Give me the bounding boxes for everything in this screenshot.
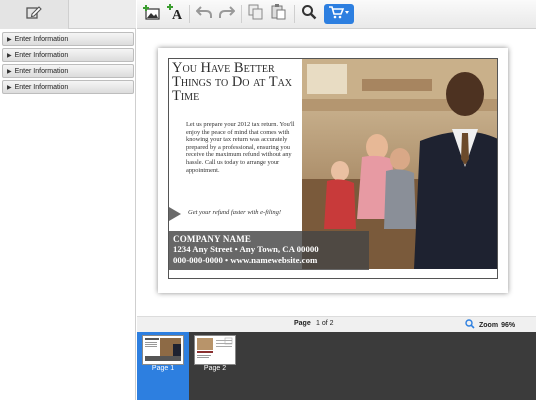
toolbar-divider — [241, 5, 242, 23]
page-thumbnail-1[interactable]: Page 1 — [137, 332, 189, 400]
expand-triangle-icon: ▶ — [7, 68, 12, 75]
company-name[interactable]: COMPANY NAME — [173, 234, 251, 244]
left-panel: ▶ Enter Information ▶ Enter Information ▶ E… — [0, 0, 136, 400]
expand-triangle-icon: ▶ — [7, 84, 12, 91]
redo-icon — [219, 5, 236, 24]
edit-tab[interactable] — [0, 0, 69, 29]
postcard-preview[interactable]: You Have Better Things to Do at Tax Time… — [158, 48, 508, 293]
edit-icon — [26, 5, 42, 24]
add-image-button[interactable] — [140, 4, 162, 24]
toolbar-divider — [294, 5, 295, 23]
info-section-2[interactable]: ▶ Enter Information — [2, 48, 134, 62]
page-status-bar: Page 1 of 2 Zoom 96% — [137, 316, 536, 332]
refund-tagline[interactable]: Get your refund faster with e-filing! — [188, 209, 281, 216]
section-label: Enter Information — [14, 67, 69, 75]
page-thumbnail-2[interactable]: Page 2 — [189, 332, 241, 400]
redo-button[interactable] — [216, 4, 238, 24]
card-body-text[interactable]: Let us prepare your 2012 tax return. You… — [186, 121, 298, 174]
page-label: Page — [294, 320, 311, 327]
svg-text:A: A — [172, 8, 183, 21]
info-sections: ▶ Enter Information ▶ Enter Information ▶ E… — [2, 32, 134, 96]
search-icon — [301, 4, 317, 25]
design-canvas: You Have Better Things to Do at Tax Time… — [137, 30, 536, 316]
thumbnail-label: Page 1 — [151, 365, 175, 372]
toolbar-divider — [189, 5, 190, 23]
zoom-value: 96% — [501, 321, 516, 329]
add-text-icon: A — [166, 3, 184, 26]
add-text-button[interactable]: A — [164, 3, 186, 26]
undo-icon — [195, 5, 212, 24]
toolbar: A — [137, 0, 536, 29]
paste-icon — [271, 3, 287, 25]
thumbnail-image — [142, 335, 184, 365]
thumbnail-image — [194, 335, 236, 365]
zoom-control[interactable]: Zoom 96% — [465, 319, 515, 331]
postcard-border: You Have Better Things to Do at Tax Time… — [168, 58, 498, 279]
page-count: 1 of 2 — [316, 320, 334, 327]
expand-triangle-icon: ▶ — [7, 52, 12, 59]
card-headline[interactable]: You Have Better Things to Do at Tax Time — [172, 61, 307, 104]
expand-triangle-icon: ▶ — [7, 36, 12, 43]
info-section-3[interactable]: ▶ Enter Information — [2, 64, 134, 78]
company-address[interactable]: 1234 Any Street • Any Town, CA 00000 — [173, 244, 319, 254]
section-label: Enter Information — [14, 35, 69, 43]
thumbnail-label: Page 2 — [203, 365, 227, 372]
copy-icon — [248, 4, 264, 25]
page-thumbnail-strip: Page 1 Page 2 — [137, 332, 536, 400]
copy-button[interactable] — [245, 4, 267, 24]
arrow-icon — [169, 207, 181, 221]
add-image-icon — [142, 4, 160, 25]
info-section-4[interactable]: ▶ Enter Information — [2, 80, 134, 94]
info-section-1[interactable]: ▶ Enter Information — [2, 32, 134, 46]
undo-button[interactable] — [193, 4, 215, 24]
cart-button[interactable] — [324, 4, 354, 24]
section-label: Enter Information — [14, 51, 69, 59]
left-panel-header — [0, 0, 136, 29]
company-phone-web[interactable]: 000-000-0000 • www.namewebsite.com — [173, 255, 317, 265]
paste-button[interactable] — [268, 3, 290, 25]
cart-icon — [328, 5, 350, 24]
zoom-label: Zoom — [479, 321, 499, 329]
search-button[interactable] — [298, 4, 320, 24]
app-window: ▶ Enter Information ▶ Enter Information ▶ E… — [0, 0, 536, 400]
magnifier-icon — [465, 319, 475, 331]
section-label: Enter Information — [14, 83, 69, 91]
